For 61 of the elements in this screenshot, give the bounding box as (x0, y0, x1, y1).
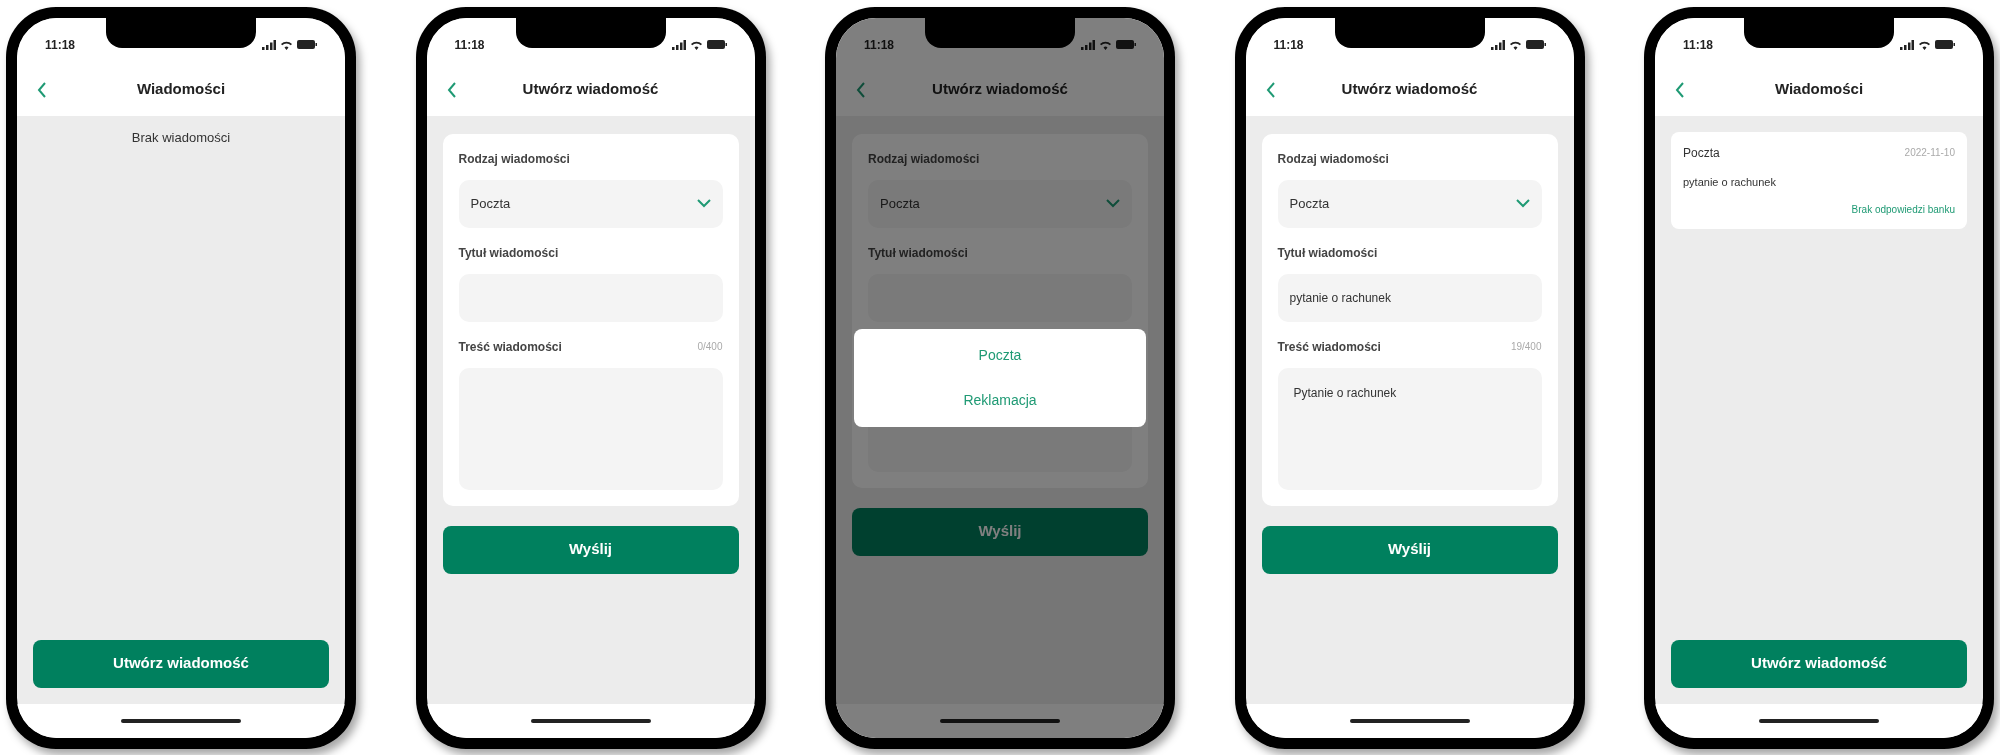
signal-icon (262, 39, 276, 50)
chevron-down-icon (1515, 199, 1530, 208)
battery-icon (706, 40, 727, 49)
chevron-down-icon (1106, 199, 1120, 208)
status-time: 11:18 (454, 36, 485, 54)
screen-title: Wiadomości (1774, 79, 1864, 100)
field-label: Tytuł wiadomości (458, 244, 560, 262)
type-select[interactable]: Poczta (868, 179, 1132, 228)
char-counter: 0/400 (697, 340, 723, 354)
signal-icon (1900, 39, 1914, 50)
field-label: Treść wiadomości (458, 338, 562, 356)
screen-title: Utwórz wiadomość (522, 79, 659, 100)
signal-icon (1490, 39, 1505, 50)
message-card[interactable]: Poczta 2022-11-10 pytanie o rachunek Brak odpowiedzi banku (1671, 131, 1967, 229)
status-time: 11:18 (1273, 36, 1304, 54)
field-label: Treść wiadomości (1277, 338, 1381, 356)
type-select[interactable]: Poczta (458, 179, 723, 228)
screen-title: Wiadomości (136, 79, 226, 100)
status-time: 11:18 (45, 36, 76, 54)
message-date: 2022-11-10 (1904, 146, 1955, 160)
chevron-down-icon (696, 199, 711, 208)
status-time: 11:18 (1683, 36, 1714, 54)
message-subject: pytanie o rachunek (1683, 174, 1777, 190)
battery-icon (297, 40, 317, 49)
back-icon[interactable] (446, 81, 457, 98)
wifi-icon (1099, 39, 1112, 50)
status-time: 11:18 (864, 36, 895, 54)
back-icon[interactable] (856, 81, 866, 98)
dialog-option[interactable]: Reklamacja (963, 389, 1037, 411)
primary-button[interactable]: Utwórz wiadomość (33, 639, 329, 688)
wifi-icon (689, 39, 703, 50)
primary-button[interactable]: Wyślij (442, 525, 739, 574)
field-label: Rodzaj wiadomości (1277, 150, 1390, 168)
wifi-icon (1508, 39, 1522, 50)
battery-icon (1116, 40, 1136, 49)
char-counter: 19/400 (1510, 340, 1542, 354)
screen-title: Utwórz wiadomość (1341, 79, 1478, 100)
battery-icon (1935, 40, 1955, 49)
message-status: Brak odpowiedzi banku (1851, 203, 1955, 217)
screen-title: Utwórz wiadomość (932, 79, 1068, 100)
dialog-option[interactable]: Poczta (978, 344, 1022, 366)
empty-message: Brak wiadomości (130, 128, 232, 147)
primary-button[interactable]: Utwórz wiadomość (1671, 639, 1967, 688)
signal-icon (671, 39, 686, 50)
battery-icon (1525, 40, 1546, 49)
title-input[interactable]: pytanie o rachunek (1277, 273, 1542, 322)
wifi-icon (280, 39, 293, 50)
back-icon[interactable] (37, 81, 47, 98)
field-label: Rodzaj wiadomości (458, 150, 571, 168)
primary-button[interactable]: Wyślij (852, 507, 1148, 556)
back-icon[interactable] (1265, 81, 1276, 98)
message-type: Poczta (1683, 144, 1720, 162)
back-icon[interactable] (1675, 81, 1685, 98)
field-label: Tytuł wiadomości (868, 244, 969, 262)
field-label: Rodzaj wiadomości (868, 150, 981, 168)
type-select[interactable]: Poczta (1277, 179, 1542, 228)
wifi-icon (1918, 39, 1931, 50)
message-textarea[interactable]: Pytanie o rachunek (1277, 367, 1542, 490)
primary-button[interactable]: Wyślij (1261, 525, 1558, 574)
field-label: Tytuł wiadomości (1277, 244, 1379, 262)
signal-icon (1081, 39, 1095, 50)
